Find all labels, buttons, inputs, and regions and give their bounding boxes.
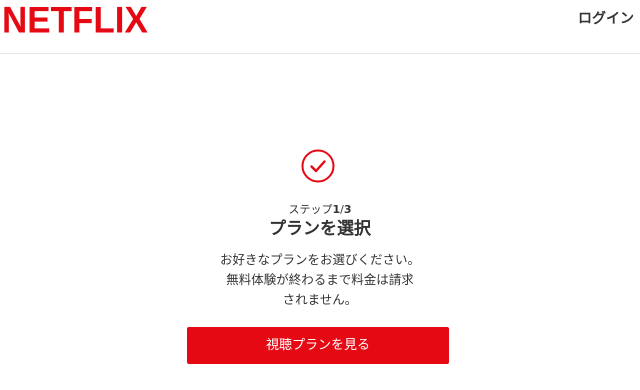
- netflix-logo[interactable]: NETFLIX: [2, 0, 148, 42]
- description-line-2: 無料体験が終わるまで料金は請求: [226, 272, 414, 287]
- step-current: 1: [332, 203, 341, 216]
- description-line-1: お好きなプランをお選びください。: [219, 252, 420, 267]
- check-circle-icon: [301, 149, 335, 183]
- plan-description: お好きなプランをお選びください。 無料体験が終わるまで料金は請求 されません。: [215, 250, 425, 310]
- view-plans-button[interactable]: 視聴プランを見る: [187, 327, 449, 364]
- description-line-3: されません。: [282, 292, 358, 307]
- step-prefix: ステップ: [288, 203, 333, 216]
- login-link[interactable]: ログイン: [578, 10, 634, 28]
- plan-intro-page: NETFLIX ログイン ステップ1/3 プランを選択 お好きなプランをお選びく…: [0, 0, 640, 390]
- header: NETFLIX ログイン: [0, 0, 640, 54]
- step-total: 3: [343, 203, 352, 216]
- page-title: プランを選択: [269, 219, 371, 239]
- step-indicator: ステップ1/3: [0, 203, 640, 217]
